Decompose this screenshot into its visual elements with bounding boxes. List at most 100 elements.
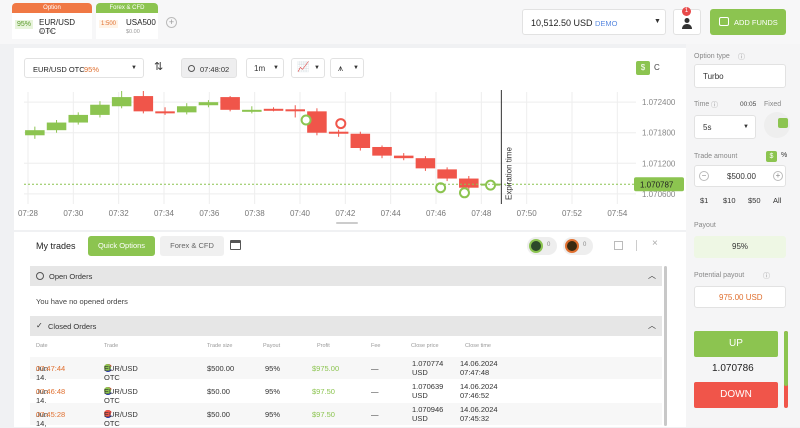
x-tick-label: 07:52 xyxy=(562,209,583,218)
expiration-label: Expiration time xyxy=(504,147,513,200)
closed-orders-title: Closed Orders xyxy=(48,322,97,331)
price-tag-label: 1.070787 xyxy=(640,180,674,189)
scrollbar[interactable] xyxy=(664,266,667,426)
quick-amount-10[interactable]: $10 xyxy=(723,196,736,205)
col-fee: Fee xyxy=(371,343,381,349)
chevron-down-icon: ▼ xyxy=(273,65,279,71)
open-orders-header[interactable]: Open Orders ︿ xyxy=(30,266,662,286)
row-time: 07:47:44 xyxy=(36,364,66,373)
x-tick-label: 07:36 xyxy=(199,209,220,218)
open-orders-title: Open Orders xyxy=(49,272,93,281)
down-button[interactable]: DOWN xyxy=(694,382,778,408)
row-payout: 95% xyxy=(265,410,281,419)
row-fee: — xyxy=(371,387,379,396)
balance-dropdown[interactable]: 10,512.50 USD DEMO ▼ xyxy=(522,9,666,35)
panel-divider xyxy=(636,240,637,251)
asset-tab-forex[interactable]: Forex & CFD 1:500 USA500 $0.00 xyxy=(96,3,158,39)
tab-leverage: 1:500 xyxy=(99,20,119,28)
trade-amount-field[interactable]: − $500.00 + xyxy=(694,165,786,187)
candle-body xyxy=(350,133,371,148)
currency-button[interactable]: $ xyxy=(636,61,650,75)
tab-symbol: USA500 xyxy=(126,18,156,27)
currency-usd-button[interactable]: $ xyxy=(766,151,777,162)
quick-amount-1[interactable]: $1 xyxy=(700,196,708,205)
calendar-icon[interactable] xyxy=(230,240,241,250)
loss-coin-icon xyxy=(565,239,579,253)
price-chart[interactable]: 07:28 07:30 07:32 07:34 07:36 07:38 07:40 07:42… xyxy=(14,88,686,224)
row-size: $50.00 xyxy=(207,387,230,396)
table-row[interactable]: Jun 14, 07:47:44 EUR/USD OTC $500.00 95% $97… xyxy=(30,357,662,382)
table-header: Date Trade Trade size Payout Profit Fee … xyxy=(30,340,662,354)
quick-amount-50[interactable]: $50 xyxy=(748,196,761,205)
tab-forex-cfd[interactable]: Forex & CFD xyxy=(160,236,224,256)
chart-type-selector[interactable]: 📈 ▼ xyxy=(291,58,325,78)
col-close-price: Close price xyxy=(411,343,439,349)
quick-amount-all[interactable]: All xyxy=(773,196,781,205)
open-orders-empty: You have no opened orders xyxy=(36,297,128,306)
row-size: $500.00 xyxy=(207,364,235,373)
profile-button[interactable]: 1 xyxy=(673,7,701,35)
window-icon[interactable] xyxy=(614,241,623,250)
x-tick-label: 07:28 xyxy=(18,209,39,218)
add-tab-icon[interactable]: + xyxy=(166,17,177,28)
duration-selector[interactable]: 5s ▼ xyxy=(694,115,756,139)
col-payout: Payout xyxy=(263,343,281,349)
asset-tab-option[interactable]: Option 95% EUR/USD OTC $0.00 xyxy=(12,3,92,39)
user-icon xyxy=(682,18,692,29)
percent-button[interactable]: % xyxy=(781,152,787,159)
indicators-icon[interactable]: ⇅ xyxy=(154,60,163,73)
candle-body xyxy=(459,178,479,188)
balance-mode: DEMO xyxy=(595,19,618,28)
timeframe-selector[interactable]: 1m ▼ xyxy=(246,58,284,78)
tab-payout: 95% xyxy=(15,20,34,29)
option-type-selector[interactable]: Turbo xyxy=(694,64,786,88)
candle-body xyxy=(415,158,436,169)
up-button[interactable]: UP xyxy=(694,331,778,357)
x-tick-label: 07:30 xyxy=(63,209,84,218)
tab-header: Option xyxy=(12,3,92,13)
tab-quick-options[interactable]: Quick Options xyxy=(88,236,155,256)
crypto-button[interactable]: C xyxy=(654,63,660,72)
time-value: 07:48:02 xyxy=(200,65,230,74)
drawing-icon: ⩚ xyxy=(338,63,344,73)
fixed-toggle[interactable] xyxy=(764,112,790,138)
row-profit: $97.50 xyxy=(312,387,335,396)
x-tick-label: 07:38 xyxy=(245,209,266,218)
candle-body xyxy=(155,111,175,114)
x-tick-label: 07:54 xyxy=(607,209,628,218)
add-funds-button[interactable]: ADD FUNDS xyxy=(710,9,786,35)
tab-amount: $0.00 xyxy=(39,29,53,35)
info-icon: ⓘ xyxy=(711,102,718,109)
option-type-label: Option type xyxy=(694,53,730,60)
candle-body xyxy=(133,96,154,112)
time-display: 07:48:02 xyxy=(181,58,237,78)
row-payout: 95% xyxy=(265,364,281,373)
drawing-tools-selector[interactable]: ⩚ ▼ xyxy=(330,58,364,78)
trade-marker xyxy=(458,187,470,199)
minus-icon[interactable]: − xyxy=(699,171,709,181)
table-row[interactable]: Jun 14, 07:46:48 EUR/USD OTC $50.00 95% $97.… xyxy=(30,380,662,405)
x-tick-label: 07:44 xyxy=(381,209,402,218)
row-profit: $975.00 xyxy=(312,364,340,373)
check-icon: ✓ xyxy=(36,321,43,330)
candle-body xyxy=(198,102,219,106)
plus-icon[interactable]: + xyxy=(773,171,783,181)
potential-payout-value: 975.00 USD xyxy=(719,293,763,302)
candle-body xyxy=(25,130,45,136)
balance-value: 10,512.50 USD xyxy=(531,18,593,28)
table-row[interactable]: Jun 14, 07:45:28 EUR/USD OTC $50.00 95% $97.… xyxy=(30,403,662,428)
info-icon: ⓘ xyxy=(763,273,770,280)
row-fee: — xyxy=(371,410,379,419)
close-icon[interactable]: × xyxy=(652,238,658,249)
win-filter-badge[interactable]: 0 xyxy=(527,237,557,255)
notification-badge: 1 xyxy=(682,7,691,16)
chevron-down-icon: ▼ xyxy=(353,65,359,71)
loss-filter-badge[interactable]: 0 xyxy=(563,237,593,255)
wallet-icon xyxy=(719,17,729,26)
closed-orders-header[interactable]: ✓ Closed Orders ︿ xyxy=(30,316,662,336)
x-tick-label: 07:32 xyxy=(109,209,130,218)
x-tick-label: 07:34 xyxy=(154,209,175,218)
asset-selector[interactable]: EUR/USD OTC 95% ▼ xyxy=(24,58,144,78)
sentiment-fill xyxy=(784,331,788,386)
x-tick-label: 07:50 xyxy=(517,209,538,218)
